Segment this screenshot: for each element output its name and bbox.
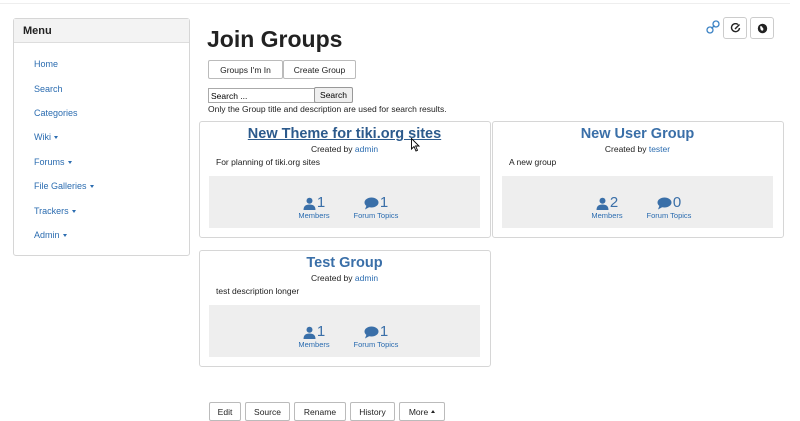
page-title: Join Groups bbox=[207, 26, 343, 52]
topics-label: Forum Topics bbox=[353, 340, 399, 349]
forum-topics-stat[interactable]: 1 Forum Topics bbox=[346, 320, 406, 349]
members-label: Members bbox=[591, 211, 623, 220]
menu-item-forums[interactable]: Forums bbox=[34, 157, 72, 167]
source-button[interactable]: Source bbox=[245, 402, 290, 421]
caret-up-icon bbox=[431, 410, 436, 413]
group-stats: 1 Members 1 Forum Topics bbox=[209, 305, 480, 357]
caret-down-icon bbox=[89, 185, 94, 189]
created-by: Created by tester bbox=[604, 144, 671, 154]
topics-label: Forum Topics bbox=[646, 211, 692, 220]
caret-down-icon bbox=[54, 136, 58, 140]
group-stats: 1 Members 1 Forum Topics bbox=[209, 176, 480, 228]
menu-item-trackers[interactable]: Trackers bbox=[34, 206, 76, 216]
more-button[interactable]: More bbox=[399, 402, 445, 421]
group-stats: 2 Members 0 Forum Topics bbox=[502, 176, 773, 228]
caret-down-icon bbox=[67, 161, 72, 165]
members-label: Members bbox=[298, 340, 330, 349]
group-card: Test Group Created by admin test descrip… bbox=[199, 250, 491, 367]
user-icon bbox=[303, 326, 316, 339]
tab-groups-im-in[interactable]: Groups I'm In bbox=[208, 60, 283, 79]
creator-link[interactable]: admin bbox=[355, 273, 378, 283]
menu-item-categories[interactable]: Categories bbox=[34, 108, 78, 118]
created-by: Created by admin bbox=[310, 144, 379, 154]
group-title[interactable]: New User Group bbox=[502, 126, 773, 142]
members-stat[interactable]: 1 Members bbox=[289, 191, 339, 220]
members-count: 1 bbox=[316, 323, 326, 340]
forum-topics-stat[interactable]: 0 Forum Topics bbox=[639, 191, 699, 220]
caret-down-icon bbox=[71, 210, 76, 214]
created-by: Created by admin bbox=[310, 273, 379, 283]
comment-icon bbox=[364, 197, 379, 210]
members-label: Members bbox=[298, 211, 330, 220]
history-button[interactable]: History bbox=[350, 402, 395, 421]
members-count: 2 bbox=[609, 194, 619, 211]
menu-item-admin[interactable]: Admin bbox=[34, 230, 67, 240]
menu-item-file-galleries[interactable]: File Galleries bbox=[34, 181, 94, 191]
group-description: A new group bbox=[509, 157, 557, 167]
search-hint: Only the Group title and description are… bbox=[208, 104, 447, 114]
edit-button[interactable] bbox=[723, 17, 747, 39]
comment-icon bbox=[364, 326, 379, 339]
group-card: New User Group Created by tester A new g… bbox=[492, 121, 784, 238]
group-title[interactable]: New Theme for tiki.org sites bbox=[209, 126, 480, 142]
members-count: 1 bbox=[316, 194, 326, 211]
search-input[interactable] bbox=[208, 88, 317, 103]
mouse-cursor-icon bbox=[411, 138, 421, 152]
forum-topics-stat[interactable]: 1 Forum Topics bbox=[346, 191, 406, 220]
topics-count: 1 bbox=[379, 323, 389, 340]
comment-icon bbox=[657, 197, 672, 210]
group-description: For planning of tiki.org sites bbox=[216, 157, 320, 167]
user-icon bbox=[303, 197, 316, 210]
edit-page-button[interactable]: Edit bbox=[209, 402, 241, 421]
members-stat[interactable]: 1 Members bbox=[289, 320, 339, 349]
menu-title: Menu bbox=[14, 19, 189, 43]
caret-down-icon bbox=[62, 234, 67, 238]
search-button[interactable]: Search bbox=[314, 87, 353, 103]
link-icon[interactable] bbox=[704, 19, 722, 35]
tab-create-group[interactable]: Create Group bbox=[283, 60, 356, 79]
globe-button[interactable] bbox=[750, 17, 774, 39]
rename-button[interactable]: Rename bbox=[294, 402, 346, 421]
topics-count: 1 bbox=[379, 194, 389, 211]
topics-count: 0 bbox=[672, 194, 682, 211]
menu-item-search[interactable]: Search bbox=[34, 84, 63, 94]
edit-icon bbox=[730, 22, 740, 32]
group-title[interactable]: Test Group bbox=[209, 255, 480, 271]
menu-item-home[interactable]: Home bbox=[34, 59, 58, 69]
group-description: test description longer bbox=[216, 286, 300, 296]
user-icon bbox=[596, 197, 609, 210]
creator-link[interactable]: admin bbox=[355, 144, 378, 154]
members-stat[interactable]: 2 Members bbox=[582, 191, 632, 220]
group-card: New Theme for tiki.org sites Created by … bbox=[199, 121, 491, 238]
globe-icon bbox=[757, 23, 767, 33]
sidebar-menu: Menu Home Search Categories Wiki Forums … bbox=[13, 18, 190, 256]
top-divider bbox=[0, 3, 790, 4]
topics-label: Forum Topics bbox=[353, 211, 399, 220]
creator-link[interactable]: tester bbox=[649, 144, 670, 154]
menu-item-wiki[interactable]: Wiki bbox=[34, 132, 58, 142]
